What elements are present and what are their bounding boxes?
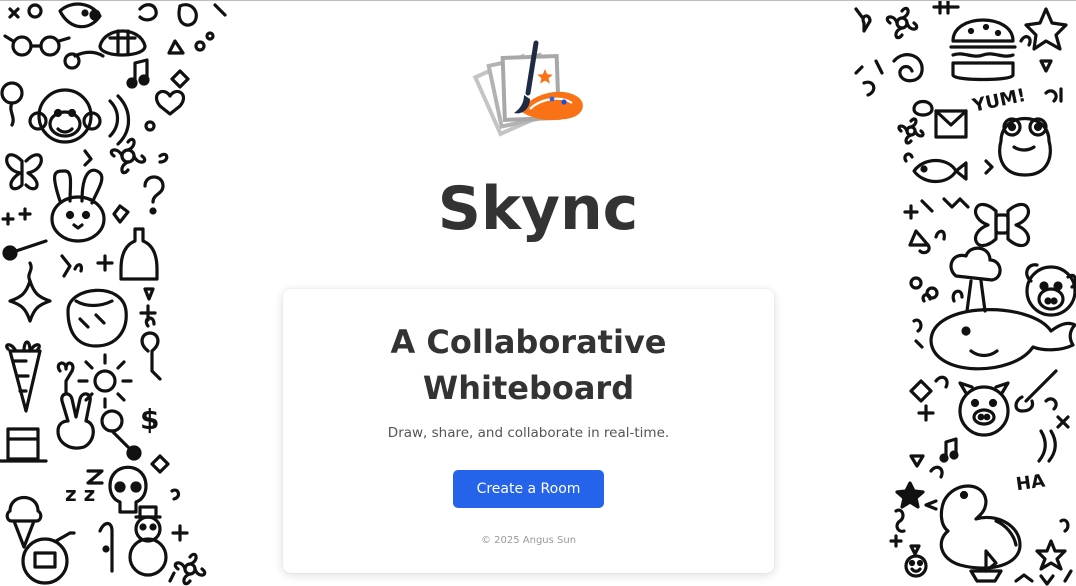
doodle-yum-text: YUM! [970, 85, 1028, 117]
doodle-dollar-sign: $ [140, 403, 159, 436]
doodle-panel-left: $ z z [0, 1, 240, 586]
landing-page: $ z z YUM! HA Skync A Collaborative Whit… [0, 0, 1076, 586]
app-logo [470, 39, 590, 141]
doodle-zz-text: z z [65, 482, 95, 506]
welcome-card: A Collaborative Whiteboard Draw, share, … [283, 289, 774, 573]
card-subtitle: Draw, share, and collaborate in real-tim… [387, 425, 670, 441]
headline-line-1: A Collaborative [390, 323, 667, 361]
create-room-button[interactable]: Create a Room [453, 470, 604, 508]
brand-title: Skync [437, 174, 639, 244]
paintbrush-palette-logo-icon [472, 40, 583, 137]
doodle-panel-right: YUM! HA [836, 1, 1076, 586]
headline-line-2: Whiteboard [422, 369, 635, 407]
card-headline: A Collaborative Whiteboard [283, 319, 774, 411]
doodle-ha-text: HA [1015, 470, 1047, 495]
copyright-footer: © 2025 Angus Sun [480, 535, 577, 546]
